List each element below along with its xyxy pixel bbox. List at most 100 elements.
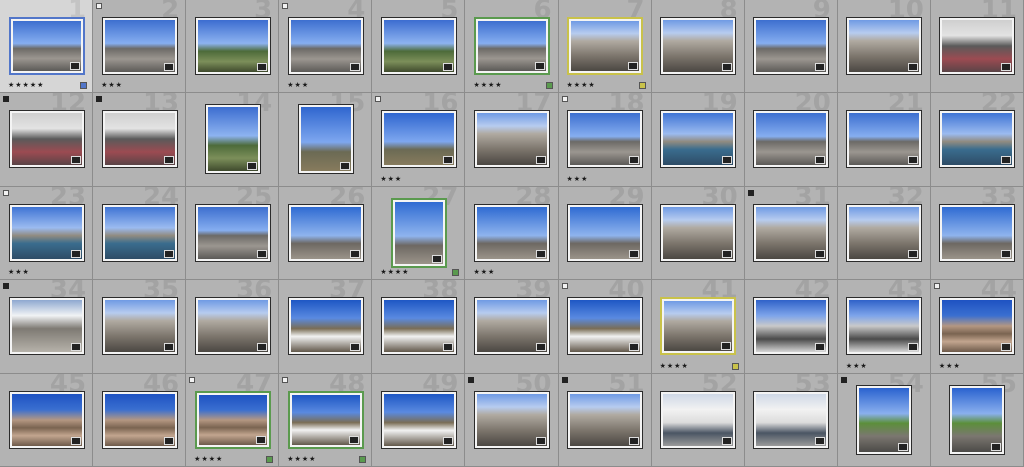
photo-thumbnail[interactable] [660, 203, 737, 262]
photo-cell[interactable]: 36 [186, 280, 280, 374]
star-rating[interactable]: ★★★★ [660, 362, 689, 370]
photo-thumbnail[interactable] [101, 297, 178, 356]
photo-thumbnail[interactable] [567, 297, 644, 356]
star-rating[interactable]: ★★★ [567, 175, 589, 183]
photo-thumbnail[interactable] [194, 390, 271, 449]
color-label-icon[interactable] [80, 82, 88, 90]
photo-cell[interactable]: 53 [744, 373, 838, 467]
photo-cell[interactable]: 50 [465, 373, 559, 467]
pick-flag-icon[interactable] [189, 376, 196, 383]
photo-thumbnail[interactable] [660, 297, 737, 356]
photo-thumbnail[interactable] [753, 110, 830, 169]
photo-thumbnail[interactable] [287, 203, 364, 262]
photo-cell[interactable]: 19 [651, 93, 745, 187]
star-rating[interactable]: ★★★ [8, 269, 30, 276]
pick-flag-icon[interactable] [96, 3, 103, 9]
photo-thumbnail[interactable] [846, 17, 923, 75]
photo-thumbnail[interactable] [8, 17, 85, 75]
star-rating[interactable]: ★★★★ [473, 82, 502, 89]
photo-cell[interactable]: 29 [558, 186, 652, 281]
photo-thumbnail[interactable] [8, 203, 85, 262]
photo-cell[interactable]: 13 [93, 93, 187, 187]
photo-thumbnail[interactable] [194, 297, 271, 356]
photo-thumbnail[interactable] [194, 203, 271, 262]
photo-thumbnail[interactable] [567, 203, 644, 262]
photo-cell[interactable]: 45 [0, 373, 94, 467]
color-label-icon[interactable] [638, 82, 646, 90]
star-rating[interactable]: ★★★ [287, 82, 309, 89]
pick-flag-icon[interactable] [375, 96, 382, 103]
photo-cell[interactable]: 28 ★★★ [465, 186, 559, 281]
pick-flag-icon[interactable] [282, 3, 289, 9]
photo-cell[interactable]: 20 [744, 93, 838, 187]
photo-cell[interactable]: 3 [186, 0, 280, 94]
reject-flag-icon[interactable] [561, 376, 568, 383]
photo-thumbnail[interactable] [204, 104, 261, 175]
photo-cell[interactable]: 8 [651, 0, 745, 94]
reject-flag-icon[interactable] [747, 189, 754, 196]
photo-thumbnail[interactable] [856, 384, 913, 455]
photo-thumbnail[interactable] [101, 203, 178, 262]
photo-thumbnail[interactable] [567, 390, 644, 449]
photo-cell[interactable]: 31 [744, 186, 838, 281]
photo-cell[interactable]: 10 [837, 0, 931, 94]
photo-cell[interactable]: 16 ★★★ [372, 93, 466, 187]
photo-cell[interactable]: 14 [186, 93, 280, 187]
star-rating[interactable]: ★★★ [939, 362, 961, 370]
photo-cell[interactable]: 48 ★★★★ [279, 373, 373, 467]
star-rating[interactable]: ★★★ [473, 269, 495, 276]
photo-cell[interactable]: 15 [279, 93, 373, 187]
photo-cell[interactable]: 39 [465, 280, 559, 374]
photo-thumbnail[interactable] [939, 297, 1016, 356]
photo-thumbnail[interactable] [101, 17, 178, 75]
photo-cell[interactable]: 44 ★★★ [930, 280, 1024, 374]
photo-thumbnail[interactable] [473, 390, 550, 449]
photo-thumbnail[interactable] [390, 197, 447, 268]
photo-thumbnail[interactable] [287, 390, 364, 449]
photo-cell[interactable]: 47 ★★★★ [186, 373, 280, 467]
star-rating[interactable]: ★★★★ [194, 455, 223, 463]
photo-cell[interactable]: 9 [744, 0, 838, 94]
reject-flag-icon[interactable] [3, 96, 9, 103]
photo-thumbnail[interactable] [380, 17, 457, 75]
photo-cell[interactable]: 52 [651, 373, 745, 467]
photo-thumbnail[interactable] [949, 384, 1006, 455]
photo-cell[interactable]: 41 ★★★★ [651, 280, 745, 374]
photo-thumbnail[interactable] [473, 110, 550, 169]
photo-thumbnail[interactable] [660, 390, 737, 449]
photo-thumbnail[interactable] [8, 110, 85, 169]
photo-thumbnail[interactable] [846, 297, 923, 356]
photo-cell[interactable]: 46 [93, 373, 187, 467]
photo-cell[interactable]: 21 [837, 93, 931, 187]
color-label-icon[interactable] [545, 82, 553, 90]
photo-thumbnail[interactable] [939, 203, 1016, 262]
photo-thumbnail[interactable] [194, 17, 271, 75]
photo-thumbnail[interactable] [660, 17, 737, 75]
photo-thumbnail[interactable] [297, 104, 354, 175]
photo-cell[interactable]: 34 [0, 280, 94, 374]
photo-thumbnail[interactable] [753, 390, 830, 449]
star-rating[interactable]: ★★★ [101, 82, 123, 89]
photo-cell[interactable]: 33 [930, 186, 1024, 281]
photo-thumbnail[interactable] [380, 297, 457, 356]
photo-thumbnail[interactable] [939, 17, 1016, 75]
photo-thumbnail[interactable] [473, 297, 550, 356]
pick-flag-icon[interactable] [561, 283, 568, 290]
photo-thumbnail[interactable] [380, 390, 457, 449]
photo-thumbnail[interactable] [8, 390, 85, 449]
photo-cell[interactable]: 2 ★★★ [93, 0, 187, 94]
photo-cell[interactable]: 7 ★★★★ [558, 0, 652, 94]
photo-thumbnail[interactable] [846, 203, 923, 262]
photo-thumbnail[interactable] [287, 297, 364, 356]
photo-cell[interactable]: 24 [93, 186, 187, 281]
photo-cell[interactable]: 43 ★★★ [837, 280, 931, 374]
photo-thumbnail[interactable] [8, 297, 85, 356]
photo-thumbnail[interactable] [660, 110, 737, 169]
photo-cell[interactable]: 27★★★★ [372, 186, 466, 281]
photo-cell[interactable]: 5 [372, 0, 466, 94]
star-rating[interactable]: ★★★★ [287, 455, 316, 463]
pick-flag-icon[interactable] [561, 96, 568, 103]
photo-thumbnail[interactable] [473, 203, 550, 262]
reject-flag-icon[interactable] [3, 283, 9, 290]
photo-thumbnail[interactable] [101, 390, 178, 449]
